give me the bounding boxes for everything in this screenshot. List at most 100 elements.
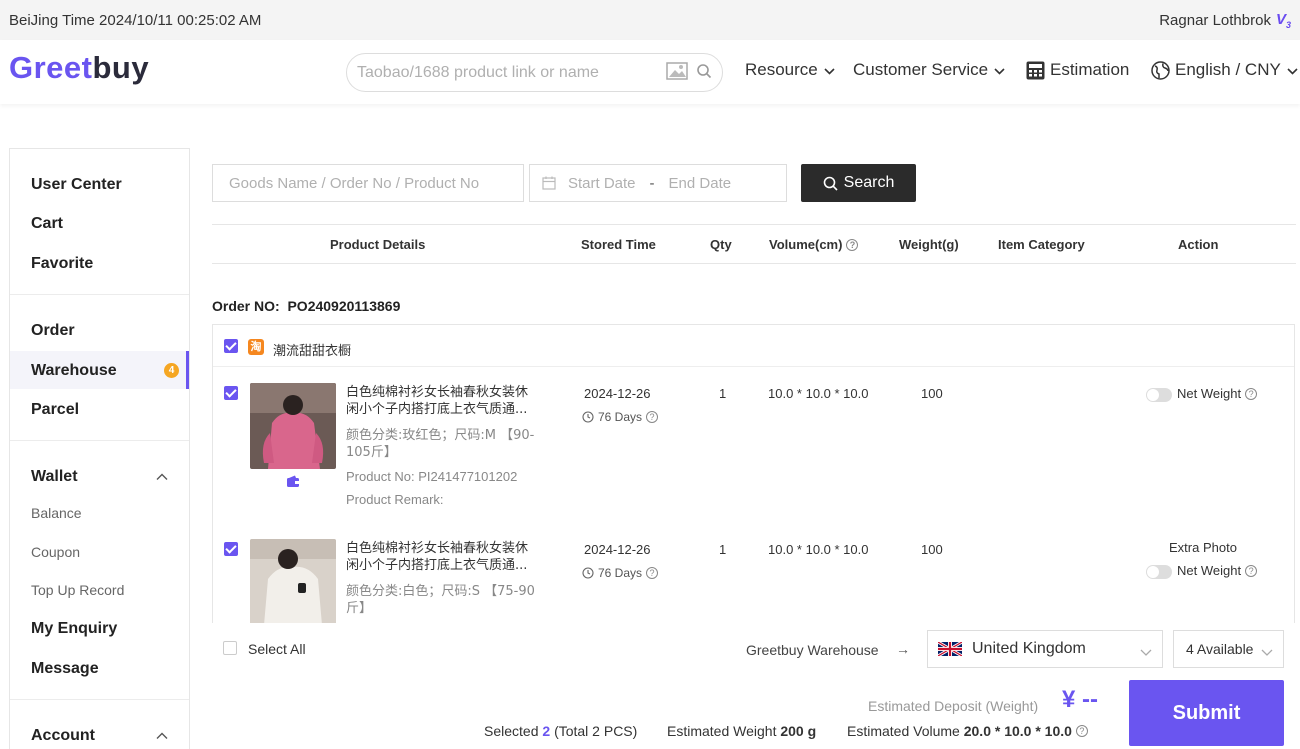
help-icon[interactable]: ? <box>1245 387 1258 400</box>
item-qty: 1 <box>719 542 727 557</box>
product-image[interactable] <box>250 539 336 623</box>
chevron-down-icon <box>1287 60 1298 80</box>
shop-row: 淘 潮流甜甜衣橱 <box>213 325 1294 367</box>
date-range-picker[interactable]: Start Date - End Date <box>529 164 787 202</box>
order-number: Order NO: PO240920113869 <box>212 298 401 314</box>
chevron-down-icon <box>824 60 835 80</box>
th-weight: Weight(g) <box>899 237 959 252</box>
stored-days: 76 Days ? <box>582 410 659 424</box>
available-shipping-select[interactable]: 4 Available <box>1173 630 1284 668</box>
greetbuy-logo[interactable]: Greetbuy <box>9 50 149 86</box>
th-item-category: Item Category <box>998 237 1085 252</box>
arrow-right-icon: → <box>896 641 910 657</box>
sidebar: User Center Cart Favorite Order Warehous… <box>9 148 190 749</box>
th-qty: Qty <box>710 237 732 252</box>
search-button[interactable]: Search <box>801 164 916 202</box>
help-icon[interactable]: ? <box>1245 564 1258 577</box>
item-checkbox[interactable] <box>224 386 238 400</box>
product-spec: 颜色分类:玫红色；尺码:M 【90-105斤】 <box>346 428 535 460</box>
uk-flag-icon <box>937 640 963 658</box>
product-image[interactable] <box>250 383 336 469</box>
sidebar-item-order[interactable]: Order <box>31 322 75 340</box>
product-title[interactable]: 白色纯棉衬衫女长袖春秋女装休闲小个子内搭打底上衣气质通... <box>346 540 531 574</box>
product-search-input[interactable] <box>357 63 658 82</box>
chevron-up-icon[interactable] <box>156 471 168 483</box>
nav-customer-service[interactable]: Customer Service <box>853 60 1005 80</box>
end-date-input[interactable]: End Date <box>669 175 732 192</box>
product-spec: 颜色分类:白色；尺码:S 【75-90斤】 <box>346 584 535 616</box>
globe-icon <box>1151 60 1170 80</box>
sidebar-divider <box>10 294 189 295</box>
sidebar-item-balance[interactable]: Balance <box>31 505 82 521</box>
checkout-bar: Select All Greetbuy Warehouse → United K… <box>212 623 1296 749</box>
select-all-label[interactable]: Select All <box>248 641 306 657</box>
product-search-box[interactable] <box>346 53 723 92</box>
sidebar-item-warehouse[interactable]: Warehouse <box>31 362 117 380</box>
sidebar-item-cart[interactable]: Cart <box>31 215 63 233</box>
product-no: Product No: PI241477101202 <box>346 469 518 484</box>
stored-date: 2024-12-26 <box>584 386 651 401</box>
item-volume: 10.0 * 10.0 * 10.0 <box>768 542 869 557</box>
table-header: Product Details Stored Time Qty Volume(c… <box>212 224 1296 264</box>
user-info[interactable]: Ragnar Lothbrok V3 <box>1159 11 1291 30</box>
sidebar-item-message[interactable]: Message <box>31 660 99 678</box>
sidebar-item-user-center[interactable]: User Center <box>31 176 122 194</box>
item-checkbox[interactable] <box>224 542 238 556</box>
chevron-down-icon <box>1140 644 1152 662</box>
sidebar-item-wallet[interactable]: Wallet <box>31 468 78 486</box>
sidebar-divider <box>10 440 189 441</box>
estimated-deposit-value: ¥ -- <box>1062 686 1098 713</box>
help-icon[interactable]: ? <box>646 411 659 423</box>
sidebar-item-favorite[interactable]: Favorite <box>31 255 93 273</box>
order-group: 淘 潮流甜甜衣橱 白色纯棉衬衫女长袖春秋女装休闲小个子内搭打底上衣气质通... … <box>212 324 1295 624</box>
search-icon <box>823 176 838 191</box>
select-all-checkbox[interactable] <box>223 641 237 655</box>
warehouse-origin: Greetbuy Warehouse <box>746 642 879 658</box>
sidebar-item-top-up-record[interactable]: Top Up Record <box>31 582 124 598</box>
product-title[interactable]: 白色纯棉衬衫女长袖春秋女装休闲小个子内搭打底上衣气质通... <box>346 384 531 418</box>
shop-name[interactable]: 潮流甜甜衣橱 <box>273 340 351 359</box>
beijing-time: BeiJing Time 2024/10/11 00:25:02 AM <box>9 11 262 29</box>
nav-resource[interactable]: Resource <box>745 60 835 80</box>
nav-estimation[interactable]: Estimation <box>1026 60 1129 80</box>
extra-photo-link[interactable]: Extra Photo <box>1169 540 1237 555</box>
stored-days: 76 Days ? <box>582 566 659 580</box>
wallet-icon[interactable] <box>286 475 300 491</box>
user-name[interactable]: Ragnar Lothbrok <box>1159 12 1271 29</box>
start-date-input[interactable]: Start Date <box>568 175 636 192</box>
chevron-down-icon <box>1261 644 1273 660</box>
submit-button[interactable]: Submit <box>1129 680 1284 746</box>
product-remark: Product Remark: <box>346 492 444 507</box>
top-info-bar: BeiJing Time 2024/10/11 00:25:02 AM Ragn… <box>0 0 1300 40</box>
selected-summary: Selected 2 (Total 2 PCS) <box>484 723 638 739</box>
nav-language-currency[interactable]: English / CNY <box>1151 60 1298 80</box>
sidebar-item-my-enquiry[interactable]: My Enquiry <box>31 620 117 638</box>
taobao-icon: 淘 <box>248 339 264 355</box>
th-stored-time: Stored Time <box>581 237 656 252</box>
chevron-up-icon[interactable] <box>156 730 168 742</box>
help-icon[interactable]: ? <box>1075 725 1088 737</box>
help-icon[interactable]: ? <box>646 567 659 579</box>
vip-badge: V3 <box>1275 10 1291 30</box>
goods-search-input[interactable]: Goods Name / Order No / Product No <box>212 164 524 202</box>
shop-checkbox[interactable] <box>224 339 238 353</box>
net-weight-toggle[interactable] <box>1146 388 1172 402</box>
calculator-icon <box>1026 61 1045 80</box>
sidebar-item-coupon[interactable]: Coupon <box>31 544 80 560</box>
calendar-icon <box>542 176 556 190</box>
net-weight-label: Net Weight? <box>1177 386 1258 401</box>
image-search-icon[interactable] <box>666 62 688 83</box>
item-volume: 10.0 * 10.0 * 10.0 <box>768 386 869 401</box>
clock-icon <box>582 567 594 579</box>
sidebar-item-account[interactable]: Account <box>31 727 95 745</box>
search-icon[interactable] <box>696 63 712 82</box>
stored-date: 2024-12-26 <box>584 542 651 557</box>
sidebar-item-parcel[interactable]: Parcel <box>31 401 79 419</box>
help-icon[interactable]: ? <box>846 238 859 251</box>
clock-icon <box>582 411 594 423</box>
th-action: Action <box>1178 237 1219 252</box>
destination-country-select[interactable]: United Kingdom <box>927 630 1163 668</box>
chevron-down-icon <box>994 60 1005 80</box>
net-weight-toggle[interactable] <box>1146 565 1172 579</box>
estimated-deposit-label: Estimated Deposit (Weight) <box>868 698 1039 714</box>
